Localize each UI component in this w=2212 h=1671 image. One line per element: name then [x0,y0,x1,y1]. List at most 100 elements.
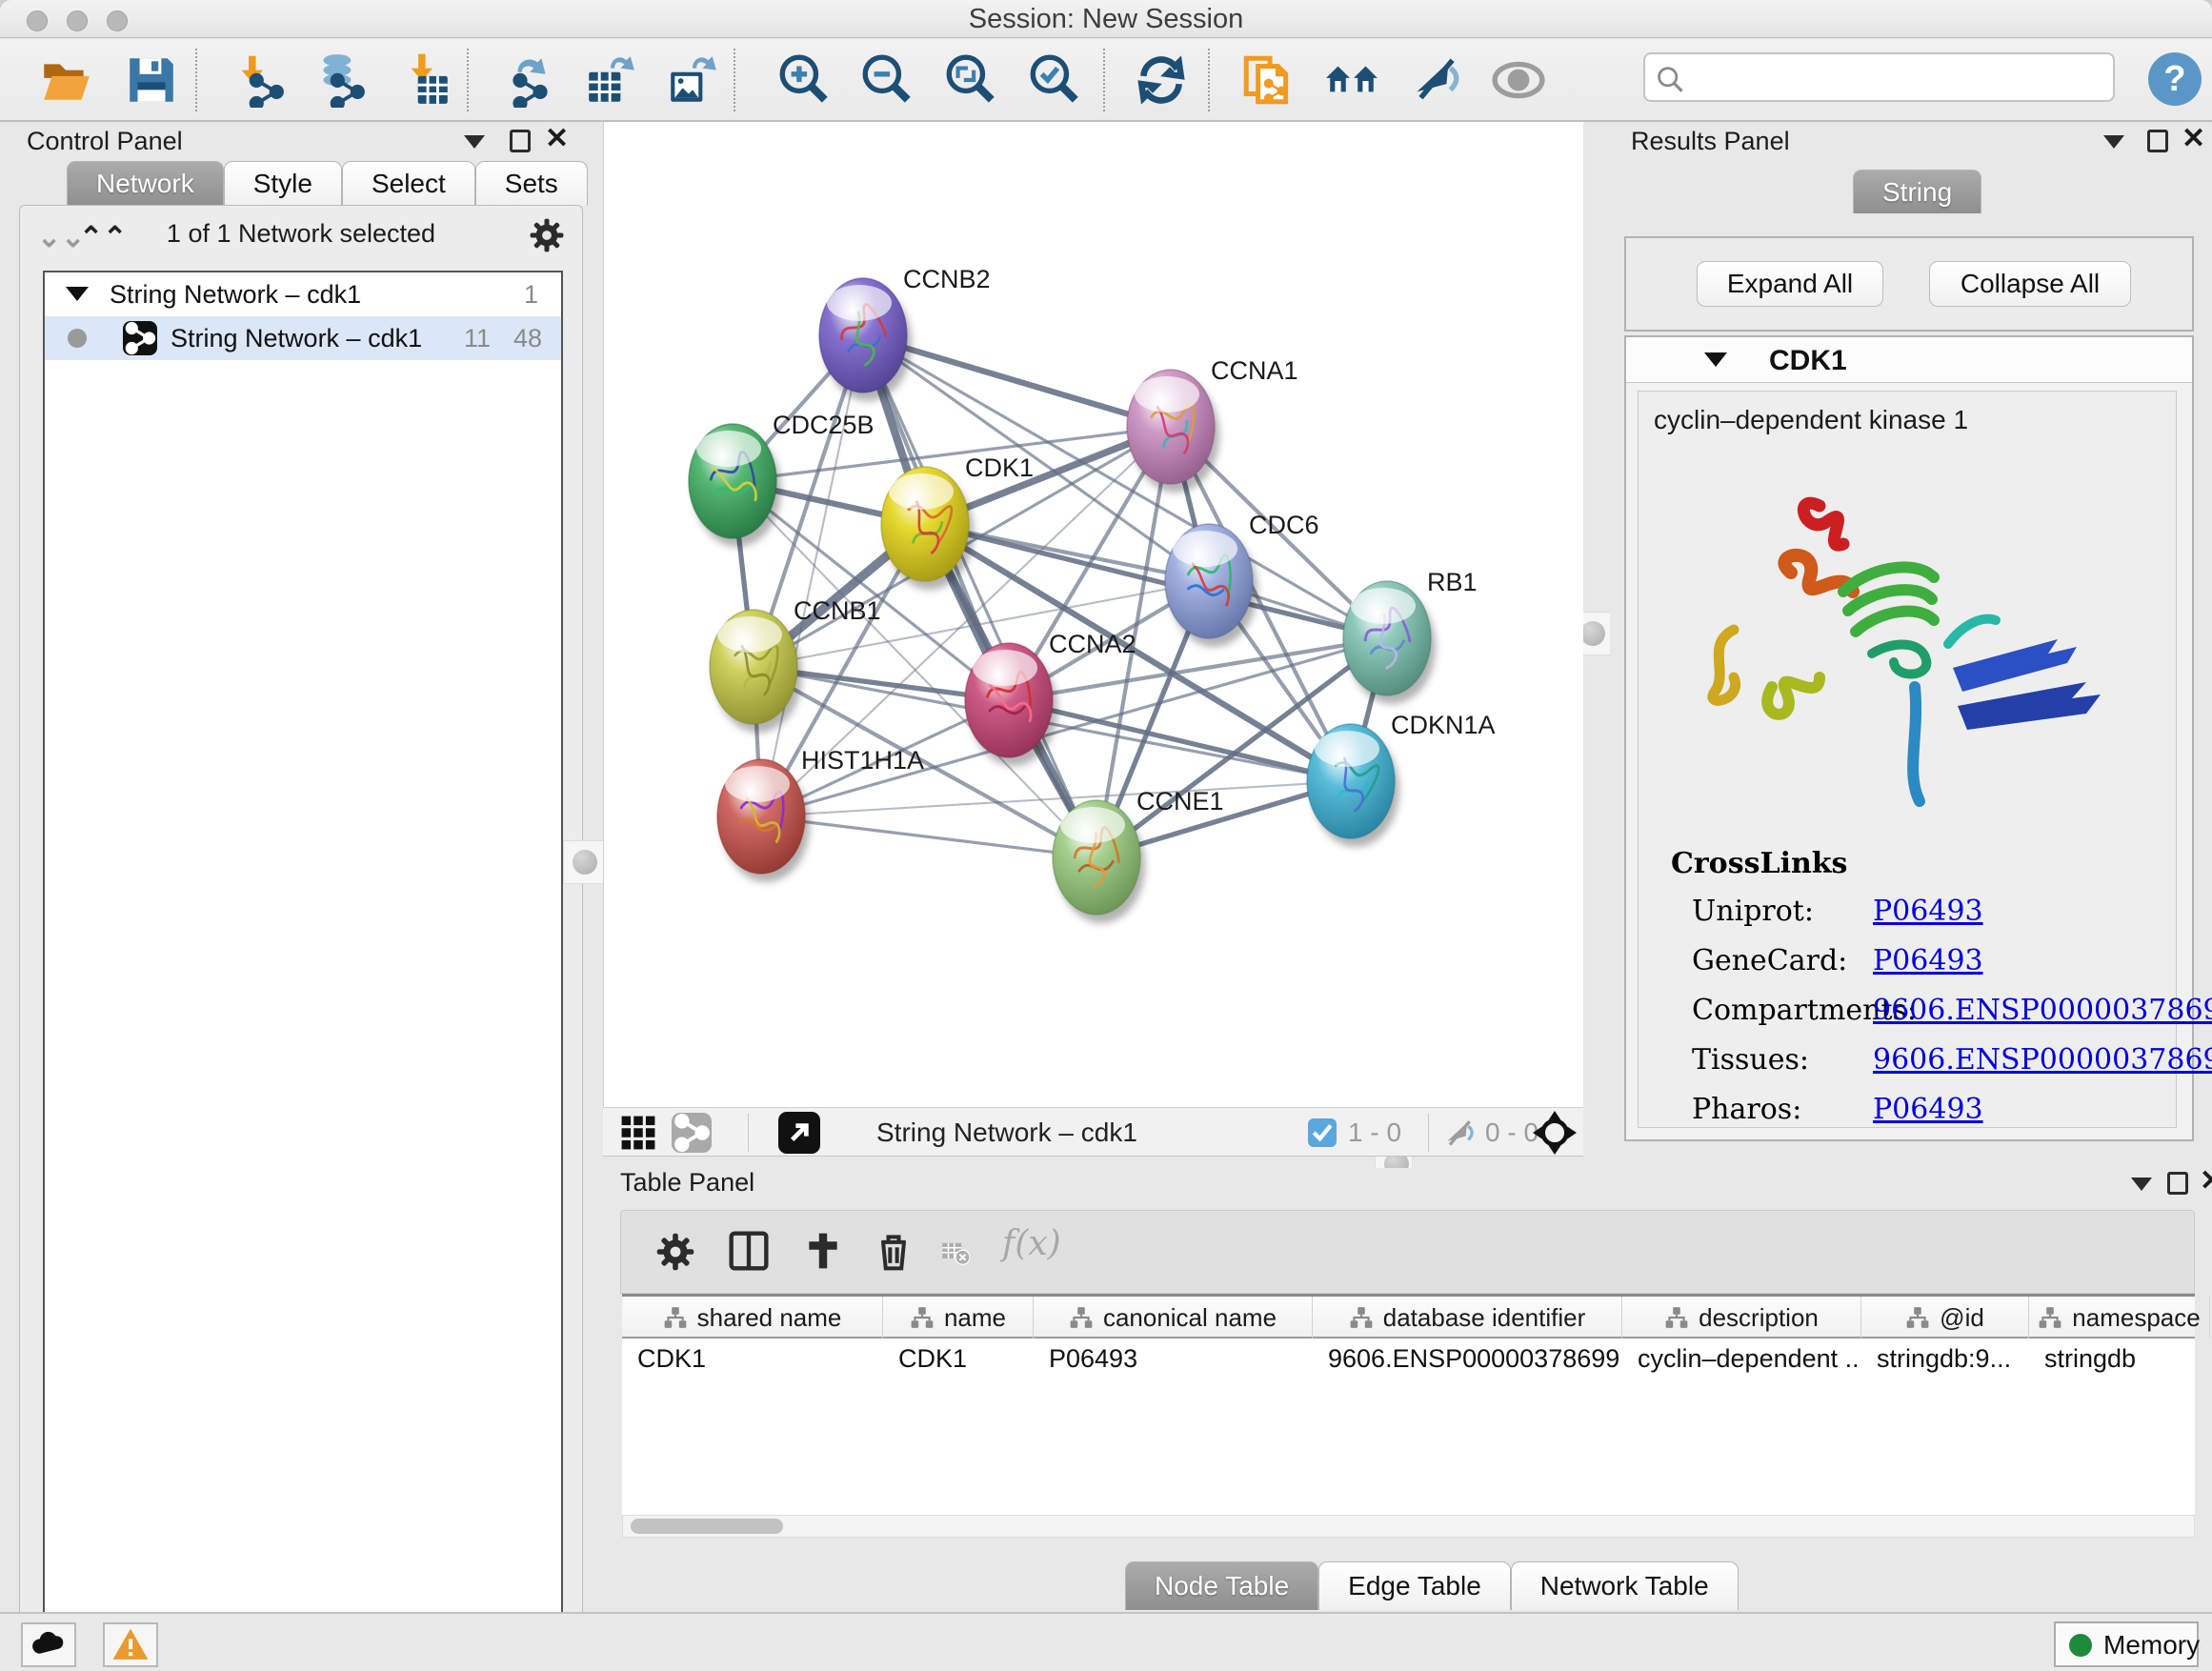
network-edge[interactable] [1009,700,1351,781]
column-header-canonical-name[interactable]: canonical name [1034,1297,1313,1339]
column-header-database-identifier[interactable]: database identifier [1313,1297,1622,1339]
annotation-icon[interactable] [1240,52,1296,108]
export-table-icon[interactable] [583,52,638,108]
crosslink-label: Pharos: [1692,1093,1801,1126]
hidden-eye-icon[interactable] [1441,1117,1476,1151]
panel-float-icon[interactable] [2167,1172,2188,1195]
crosslink-link[interactable]: P06493 [1873,895,1983,928]
export-image-icon[interactable] [665,52,720,108]
tab-node-table[interactable]: Node Table [1125,1561,1318,1610]
table-cell[interactable]: stringdb [2029,1339,2210,1379]
network-node-CCNA1[interactable]: CCNA1 [1127,356,1298,493]
import-network-from-database-icon[interactable] [312,52,367,108]
panel-close-icon[interactable]: ✕ [545,127,569,151]
crosslink-link[interactable]: 9606.ENSP00000378699 [1873,1043,2212,1077]
tab-sets[interactable]: Sets [475,161,588,206]
zoom-selected-icon[interactable] [1026,52,1081,108]
export-network-icon[interactable] [502,52,557,108]
column-header-namespace[interactable]: namespace [2029,1297,2210,1339]
memory-button[interactable]: Memory [2054,1621,2199,1667]
import-network-from-file-icon[interactable] [231,52,286,108]
network-node-CDC25B[interactable]: CDC25B [689,411,875,547]
zoom-in-icon[interactable] [775,52,831,108]
scrollbar-thumb[interactable] [631,1519,783,1534]
panel-float-icon[interactable] [2147,130,2168,152]
network-node-CCNE1[interactable]: CCNE1 [1053,787,1224,923]
network-node-HIST1H1A[interactable]: HIST1H1A [717,746,924,882]
table-cell[interactable]: stringdb:9... [1861,1339,2029,1379]
table-options-gear-icon[interactable] [655,1232,695,1272]
network-edge[interactable] [863,335,1096,857]
network-badge-icon[interactable] [672,1113,712,1153]
table-cell[interactable]: P06493 [1034,1339,1313,1379]
tab-select[interactable]: Select [342,161,475,206]
delete-column-icon[interactable] [873,1230,915,1272]
tab-edge-table[interactable]: Edge Table [1318,1561,1511,1610]
table-horizontal-scrollbar[interactable] [622,1515,2195,1538]
pan-crosshair-icon[interactable] [1533,1111,1577,1155]
network-node-CDK1[interactable]: CDK1 [881,453,1034,590]
results-panel-title: Results Panel [1631,127,1790,156]
panel-close-icon[interactable]: ✕ [2200,1169,2212,1194]
network-edge[interactable] [761,335,863,816]
panel-menu-icon[interactable] [2103,135,2124,149]
zoom-out-icon[interactable] [858,52,914,108]
create-column-icon[interactable] [802,1230,844,1272]
table-cell[interactable]: 9606.ENSP00000378699 [1313,1339,1622,1379]
show-columns-icon[interactable] [728,1230,770,1272]
gene-section-header[interactable]: CDK1 [1626,337,2192,383]
table-cell[interactable]: CDK1 [883,1339,1034,1379]
tab-string[interactable]: String [1853,170,1981,213]
left-splitter-handle[interactable] [563,840,607,884]
table-cell[interactable]: cyclin–dependent ... [1622,1339,1861,1379]
crosslinks-title: CrossLinks [1671,847,1847,880]
save-session-icon[interactable] [124,52,179,108]
crosslink-row: Tissues:9606.ENSP00000378699 [1639,1043,2176,1093]
zoom-fit-icon[interactable] [942,52,997,108]
crosslink-link[interactable]: P06493 [1873,1093,1983,1126]
hide-selected-icon[interactable] [1407,52,1462,108]
network-row[interactable]: String Network – cdk1 11 48 [45,316,561,360]
column-header-description[interactable]: description [1622,1297,1861,1339]
network-node-CCNB2[interactable]: CCNB2 [819,265,991,401]
collection-expand-icon[interactable] [66,287,89,301]
network-canvas[interactable]: CCNB2 CCNA1 CDC25BCDK1 CDC6RB1 CCNB1 CCNA2 CDK… [603,122,1583,1107]
panel-close-icon[interactable]: ✕ [2182,127,2205,151]
refresh-icon[interactable] [1134,52,1189,108]
selected-nodes-checkbox[interactable] [1308,1118,1337,1147]
expand-all-button[interactable]: Expand All [1697,261,1883,307]
tab-network[interactable]: Network [67,161,224,206]
column-header-name[interactable]: name [883,1297,1034,1339]
network-options-gear-icon[interactable] [529,217,565,253]
network-node-CCNA2[interactable]: CCNA2 [965,630,1136,766]
tab-style[interactable]: Style [224,161,342,206]
grid-view-icon[interactable] [620,1115,656,1151]
crosslink-link[interactable]: P06493 [1873,944,1983,977]
warning-status-button[interactable] [103,1622,158,1667]
column-header-shared-name[interactable]: shared name [622,1297,883,1339]
cloud-status-button[interactable] [21,1622,76,1667]
panel-float-icon[interactable] [510,130,531,152]
table-cell[interactable]: CDK1 [622,1339,883,1379]
home-gallery-icon[interactable] [1324,52,1379,108]
panel-menu-icon[interactable] [464,135,485,149]
tab-network-table[interactable]: Network Table [1511,1561,1739,1610]
network-node-CDKN1A[interactable]: CDKN1A [1307,711,1496,847]
network-collection-row[interactable]: String Network – cdk1 1 [45,272,561,316]
crosslink-link[interactable]: 9606.ENSP00000378699 [1873,994,2212,1027]
network-node-RB1[interactable]: RB1 [1343,568,1478,704]
gene-collapse-icon[interactable] [1704,352,1727,367]
search-input[interactable] [1691,58,2101,96]
open-session-icon[interactable] [38,52,93,108]
network-edge[interactable] [761,816,1096,857]
network-node-CCNB1[interactable]: CCNB1 [710,596,881,733]
network-node-CDC6[interactable]: CDC6 [1165,511,1319,647]
panel-menu-icon[interactable] [2131,1178,2152,1191]
collapse-all-button[interactable]: Collapse All [1929,261,2131,307]
control-panel-title: Control Panel [27,127,183,156]
birdseye-view-icon[interactable] [778,1112,820,1154]
help-button[interactable]: ? [2148,52,2202,106]
import-table-from-file-icon[interactable] [398,52,453,108]
show-all-icon[interactable] [1491,52,1546,108]
column-header--id[interactable]: @id [1861,1297,2029,1339]
